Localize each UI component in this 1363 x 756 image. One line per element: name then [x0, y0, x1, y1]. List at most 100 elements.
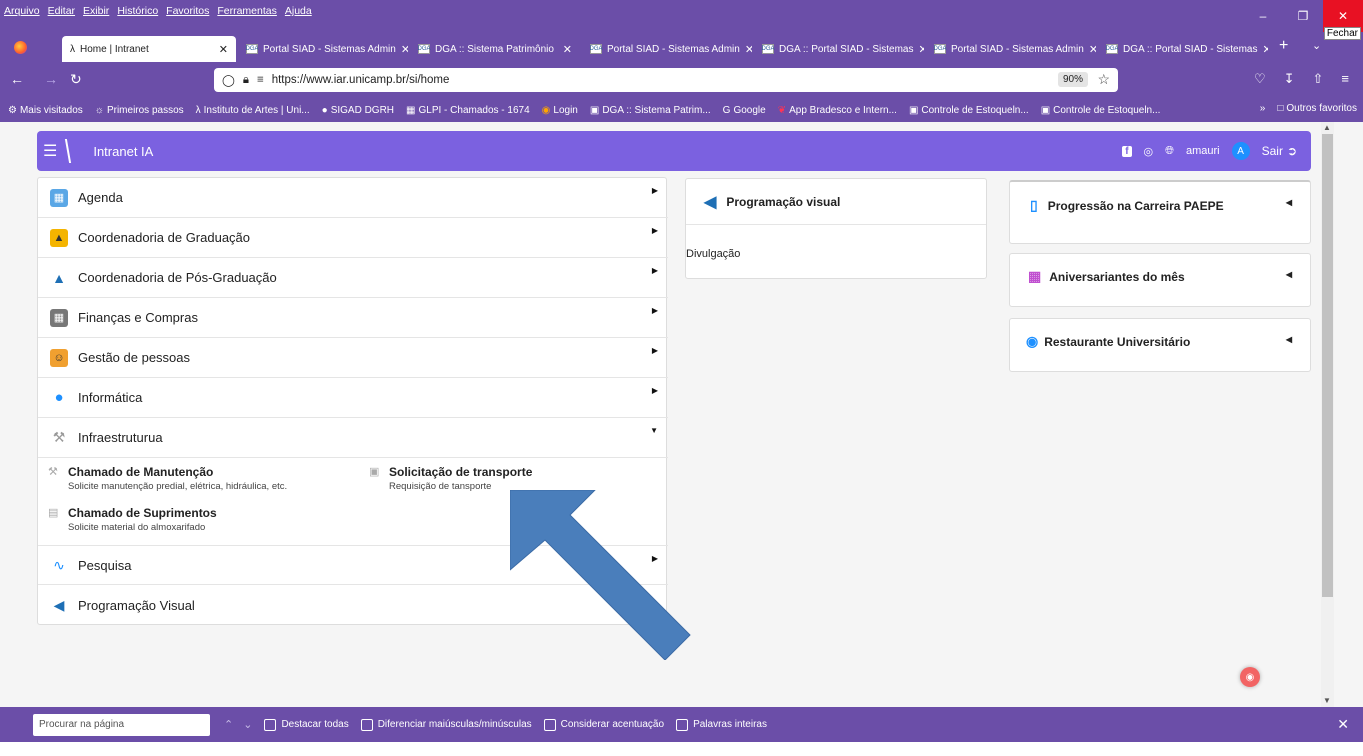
username[interactable]: amauri — [1186, 145, 1220, 157]
instagram-icon[interactable]: ◎ — [1144, 145, 1154, 158]
bookmark-item[interactable]: ▣ Controle de Estoqueln... — [909, 105, 1029, 116]
close-tab-icon[interactable]: ✕ — [918, 43, 924, 56]
bookmark-item[interactable]: ▦ GLPI - Chamados - 1674 — [406, 105, 530, 116]
right-card-restaurante[interactable]: ◉ Restaurante Universitário ◀ — [1009, 318, 1311, 372]
close-find-bar-icon[interactable]: ✕ — [1337, 716, 1349, 733]
menu-item-graduacao[interactable]: ▲ Coordenadoria de Graduação ▶ — [38, 218, 668, 258]
bookmark-item[interactable]: ▣ DGA :: Sistema Patrim... — [590, 105, 711, 116]
bookmark-item[interactable]: G Google — [723, 105, 766, 116]
menu-historico[interactable]: Histórico — [117, 5, 158, 17]
card-title: Programação visual — [726, 194, 841, 209]
menu-item-informatica[interactable]: ● Informática ▶ — [38, 378, 668, 418]
new-tab-icon[interactable]: + — [1279, 37, 1288, 55]
scroll-down-icon[interactable]: ▼ — [1323, 696, 1331, 705]
url-text[interactable]: https://www.iar.unicamp.br/si/home — [272, 74, 450, 86]
logout-button[interactable]: Sair ➲ — [1262, 144, 1297, 158]
other-bookmarks[interactable]: □ Outros favoritos — [1277, 103, 1357, 114]
menu-editar[interactable]: Editar — [48, 5, 75, 17]
downloads-icon[interactable]: ↧ — [1284, 71, 1295, 87]
facebook-icon[interactable]: f — [1122, 145, 1132, 157]
menu-arquivo[interactable]: Arquivo — [4, 5, 40, 17]
checkbox[interactable] — [543, 718, 556, 731]
menu-ferramentas[interactable]: Ferramentas — [217, 5, 277, 17]
zoom-level[interactable]: 90% — [1057, 72, 1088, 87]
bookmarks-overflow: » □ Outros favoritos — [1260, 103, 1357, 114]
right-card-paepe[interactable]: ▯ Progressão na Carreira PAEPE ◀ — [1009, 180, 1311, 244]
hamburger-menu-icon[interactable]: ☰ — [43, 141, 57, 161]
close-tab-icon[interactable]: ✕ — [563, 43, 572, 56]
checkbox[interactable] — [360, 718, 373, 731]
bookmark-item[interactable]: ◉ Login — [542, 105, 578, 116]
bookmark-item[interactable]: ❦ App Bradesco e Intern... — [778, 105, 897, 116]
bookmark-item[interactable]: λ Instituto de Artes | Uni... — [196, 105, 310, 116]
forward-icon[interactable]: → — [44, 71, 58, 87]
menu-favoritos[interactable]: Favoritos — [166, 5, 209, 17]
share-icon[interactable]: ⇧ — [1313, 71, 1324, 87]
list-tabs-icon[interactable]: ⌄ — [1312, 39, 1321, 52]
tab-portal-siad[interactable]: DGA Portal SIAD - Sistemas Admin ✕ — [582, 36, 753, 62]
address-bar[interactable]: ◯ 🔒︎ ≡ https://www.iar.unicamp.br/si/hom… — [214, 68, 1118, 92]
find-next-icon[interactable]: ⌄ — [243, 718, 252, 731]
chevron-right-icon[interactable]: » — [1260, 103, 1266, 114]
menu-item-financas[interactable]: ▦ Finanças e Compras ▶ — [38, 298, 668, 338]
ia-logo-icon[interactable] — [65, 139, 82, 163]
menu-item-infraestrutura[interactable]: ⚒ Infraestruturua ▼ — [38, 418, 668, 458]
bookmark-item[interactable]: ⚙ Mais visitados — [8, 105, 83, 116]
notification-bell-icon[interactable]: ◉ — [1240, 667, 1260, 687]
pocket-icon[interactable]: ♡ — [1254, 71, 1266, 87]
submenu-chamado-manutencao[interactable]: ⚒ Chamado de Manutenção Solicite manuten… — [48, 465, 287, 492]
avatar[interactable]: A — [1231, 142, 1250, 160]
option-match-diacritics[interactable]: Considerar acentuação — [543, 718, 664, 731]
menu-item-pos-graduacao[interactable]: ▲ Coordenadoria de Pós-Graduação ▶ — [38, 258, 668, 298]
divulgacao-link[interactable]: Divulgação — [686, 248, 740, 260]
tab-dga-patrimonio[interactable]: DGA DGA :: Sistema Patrimônio ✕ — [410, 36, 580, 62]
close-tooltip: Fechar — [1323, 27, 1361, 40]
tab-portal-siad[interactable]: DGA Portal SIAD - Sistemas Admin ✕ — [926, 36, 1097, 62]
checkbox[interactable] — [676, 718, 689, 731]
permissions-icon[interactable]: ≡ — [257, 74, 264, 86]
menu-item-label: Coordenadoria de Graduação — [78, 230, 251, 245]
bookmark-item[interactable]: ● SIGAD DGRH — [322, 105, 394, 116]
scroll-up-icon[interactable]: ▲ — [1323, 123, 1331, 132]
dga-favicon-icon: ▣ — [1040, 104, 1051, 116]
app-menu-icon[interactable]: ≡ — [1341, 71, 1349, 87]
bookmark-star-icon[interactable]: ☆ — [1097, 71, 1110, 88]
option-highlight-all[interactable]: Destacar todas — [264, 718, 349, 731]
submenu-chamado-suprimentos[interactable]: ▤ Chamado de Suprimentos Solicite materi… — [48, 506, 217, 533]
option-whole-words[interactable]: Palavras inteiras — [676, 718, 767, 731]
menu-item-label: Gestão de pessoas — [78, 350, 191, 365]
page-scrollbar[interactable]: ▲ ▼ — [1321, 122, 1334, 707]
minimize-button[interactable]: – — [1243, 0, 1283, 32]
reload-icon[interactable]: ↻ — [70, 71, 82, 88]
find-previous-icon[interactable]: ⌃ — [224, 718, 233, 731]
menu-item-agenda[interactable]: ▦ Agenda ▶ — [38, 178, 668, 218]
close-tab-icon[interactable]: ✕ — [401, 43, 408, 56]
scrollbar-thumb[interactable] — [1322, 134, 1333, 597]
bookmark-item[interactable]: ▣ Controle de Estoqueln... — [1041, 105, 1161, 116]
tab-home-intranet[interactable]: λ Home | Intranet ✕ — [62, 36, 236, 62]
menu-ajuda[interactable]: Ajuda — [285, 5, 312, 17]
graduation-cap-icon: ▲ — [52, 269, 66, 286]
caret-right-icon: ▶ — [651, 186, 658, 195]
checkbox[interactable] — [264, 718, 277, 731]
submenu-solicitacao-transporte[interactable]: ▣ Solicitação de transporte Requisição d… — [369, 465, 532, 492]
right-card-aniversariantes[interactable]: ▦ Aniversariantes do mês ◀ — [1009, 253, 1311, 307]
bookmark-item[interactable]: ☼ Primeiros passos — [95, 105, 184, 116]
shield-icon[interactable]: ◯ — [222, 73, 235, 87]
lock-icon[interactable]: 🔒︎ — [243, 74, 249, 87]
close-tab-icon[interactable]: ✕ — [1262, 43, 1268, 56]
find-input[interactable]: Procurar na página — [33, 713, 210, 736]
close-tab-icon[interactable]: ✕ — [745, 43, 752, 56]
back-icon[interactable]: ← — [10, 71, 24, 87]
close-tab-icon[interactable]: ✕ — [1089, 43, 1096, 56]
option-match-case[interactable]: Diferenciar maiúsculas/minúsculas — [360, 718, 532, 731]
restore-button[interactable]: ❐ — [1283, 0, 1323, 32]
app-title[interactable]: Intranet IA — [93, 144, 153, 159]
close-tab-icon[interactable]: ✕ — [219, 43, 228, 56]
tab-portal-siad[interactable]: DGA Portal SIAD - Sistemas Admin ✕ — [238, 36, 409, 62]
menu-exibir[interactable]: Exibir — [83, 5, 109, 17]
menu-item-gestao-pessoas[interactable]: ☺ Gestão de pessoas ▶ — [38, 338, 668, 378]
globe-icon[interactable]: 🌐︎ — [1165, 145, 1174, 158]
tab-dga-portal-siad[interactable]: DGA DGA :: Portal SIAD - Sistemas ✕ — [1098, 36, 1269, 62]
tab-dga-portal-siad[interactable]: DGA DGA :: Portal SIAD - Sistemas ✕ — [754, 36, 925, 62]
